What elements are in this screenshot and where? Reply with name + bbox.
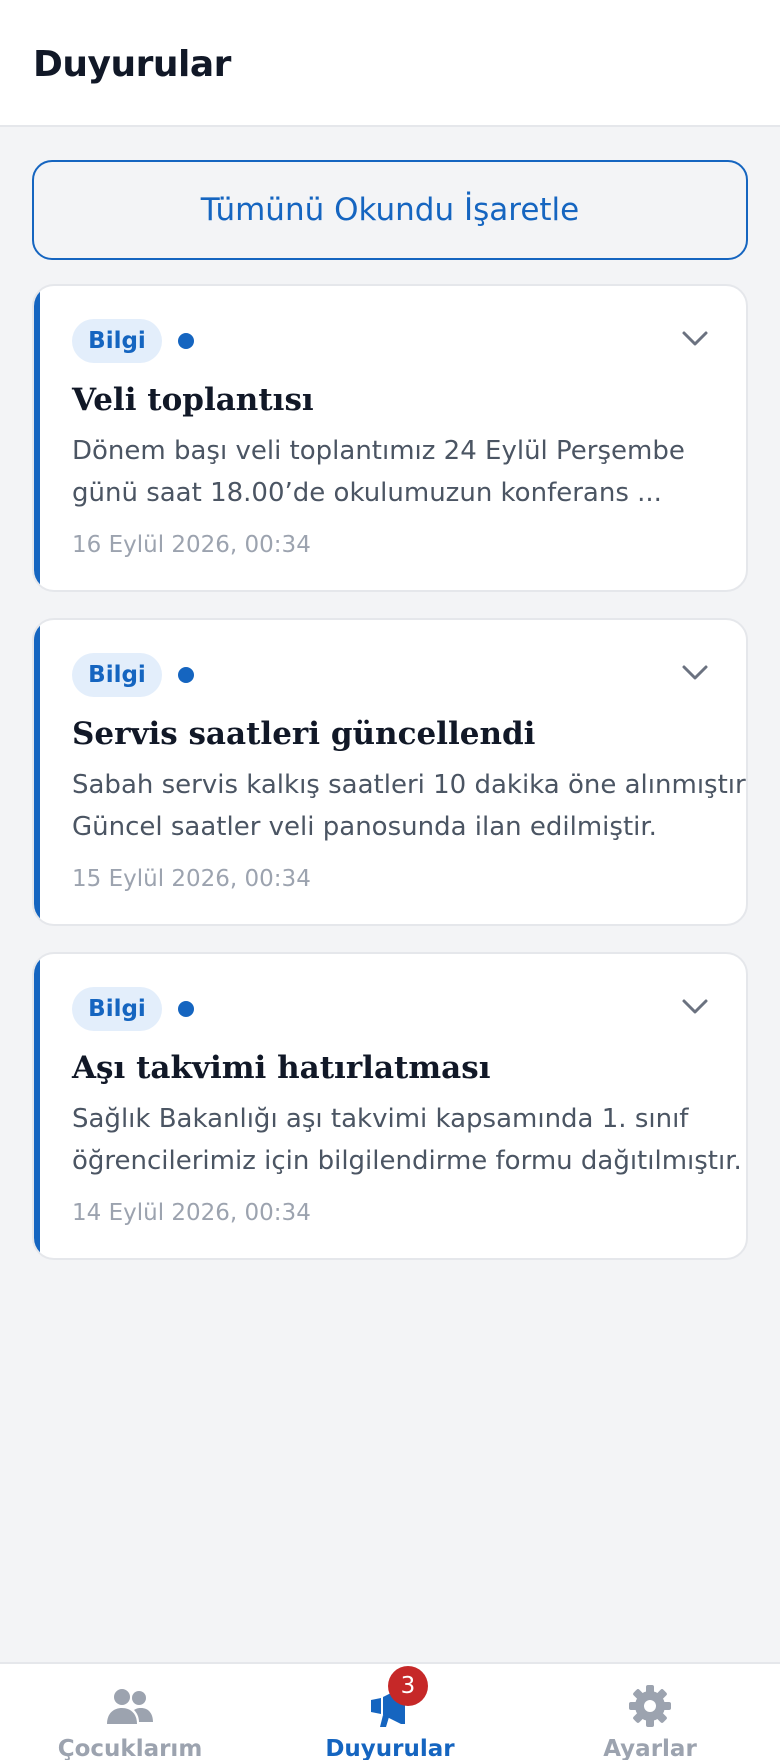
nav-label: Ayarlar: [603, 1736, 697, 1760]
notification-count-badge: 3: [388, 1666, 428, 1706]
unread-indicator: [178, 667, 194, 683]
announcement-date: 14 Eylül 2026, 00:34: [72, 1200, 311, 1226]
announcement-body-line: Sabah servis kalkış saatleri 10 dakika ö…: [72, 770, 748, 800]
category-badge: Bilgi: [72, 319, 162, 363]
app-root: Duyurular Tümünü Okundu İşaretle Bilgi V…: [0, 0, 780, 1760]
unread-indicator: [178, 333, 194, 349]
app-header: Duyurular: [0, 0, 780, 127]
announcement-body-line: Dönem başı veli toplantımız 24 Eylül Per…: [72, 436, 685, 466]
announcement-card[interactable]: Bilgi Aşı takvimi hatırlatması Sağlık Ba…: [32, 952, 748, 1260]
announcement-body-line: Güncel saatler veli panosunda ilan edilm…: [72, 812, 657, 842]
nav-item-children[interactable]: Çocuklarım: [0, 1664, 260, 1760]
announcement-title: Servis saatleri güncellendi: [72, 716, 536, 752]
nav-label: Çocuklarım: [57, 1736, 203, 1760]
page-title: Duyurular: [33, 44, 231, 85]
chevron-down-icon[interactable]: [678, 992, 712, 1022]
announcement-title: Aşı takvimi hatırlatması: [72, 1050, 491, 1086]
announcement-body: Sabah servis kalkış saatleri 10 dakika ö…: [72, 764, 748, 848]
announcement-body-line: öğrencilerimiz için bilgilendirme formu …: [72, 1146, 742, 1176]
announcement-date: 15 Eylül 2026, 00:34: [72, 866, 311, 892]
chevron-down-icon[interactable]: [678, 324, 712, 354]
announcement-card[interactable]: Bilgi Servis saatleri güncellendi Sabah …: [32, 618, 748, 926]
nav-label: Duyurular: [325, 1736, 455, 1760]
category-badge: Bilgi: [72, 653, 162, 697]
nav-item-settings[interactable]: Ayarlar: [520, 1664, 780, 1760]
announcement-body-line: Sağlık Bakanlığı aşı takvimi kapsamında …: [72, 1104, 689, 1134]
announcement-body: Sağlık Bakanlığı aşı takvimi kapsamında …: [72, 1098, 742, 1182]
announcement-date: 16 Eylül 2026, 00:34: [72, 532, 311, 558]
announcement-title: Veli toplantısı: [72, 382, 314, 418]
mark-all-read-button[interactable]: Tümünü Okundu İşaretle: [32, 160, 748, 260]
announcement-card[interactable]: Bilgi Veli toplantısı Dönem başı veli to…: [32, 284, 748, 592]
category-badge: Bilgi: [72, 987, 162, 1031]
chevron-down-icon[interactable]: [678, 658, 712, 688]
announcement-body-line: günü saat 18.00’de okulumuzun konferans …: [72, 478, 662, 508]
users-icon: [104, 1682, 156, 1730]
announcement-body: Dönem başı veli toplantımız 24 Eylül Per…: [72, 430, 722, 514]
gear-icon: [624, 1682, 676, 1730]
unread-indicator: [178, 1001, 194, 1017]
